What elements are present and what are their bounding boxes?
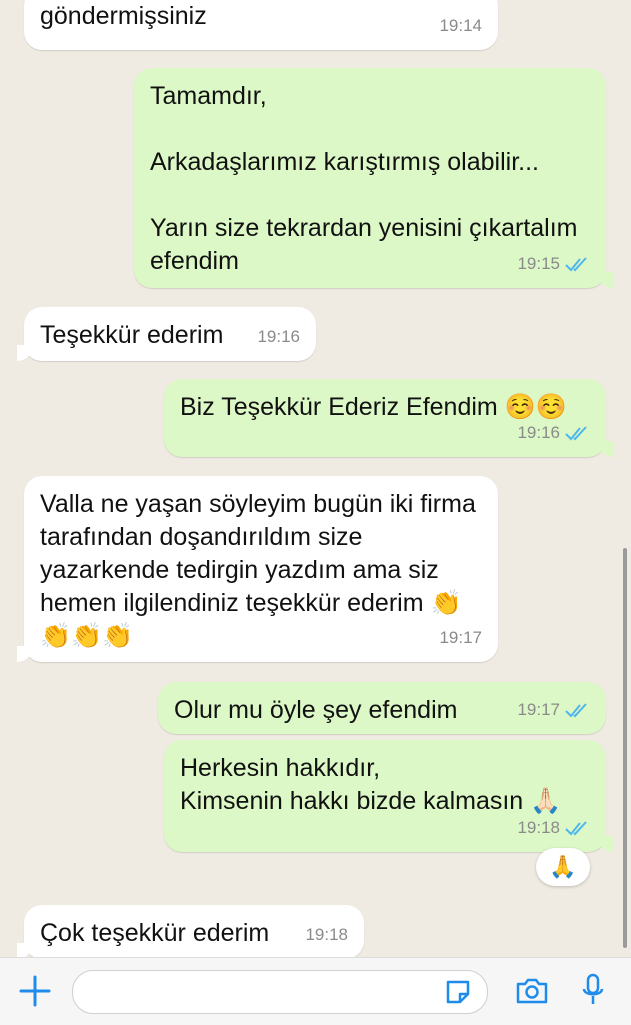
microphone-icon[interactable] xyxy=(581,972,605,1008)
message-bubble-incoming[interactable]: göndermişsiniz 19:14 xyxy=(24,0,498,50)
reaction-emoji: 🙏 xyxy=(549,854,577,879)
read-ticks-icon xyxy=(565,820,587,835)
message-bubble-outgoing[interactable]: Olur mu öyle şey efendim 19:17 xyxy=(158,682,606,734)
message-text: Çok teşekkür ederim xyxy=(40,919,270,947)
message-bubble-outgoing[interactable]: Herkesin hakkıdır, Kimsenin hakkı bizde … xyxy=(164,740,613,852)
camera-icon[interactable] xyxy=(514,976,550,1006)
message-bubble-outgoing[interactable]: Tamamdır, Arkadaşlarımız karıştırmış ola… xyxy=(134,68,613,288)
message-meta: 19:18 xyxy=(305,918,348,951)
sticker-icon[interactable] xyxy=(443,977,473,1007)
message-text: göndermişsiniz xyxy=(40,2,207,30)
composer-bar xyxy=(0,957,631,1025)
read-ticks-icon xyxy=(565,256,587,271)
chat-area[interactable]: göndermişsiniz 19:14 Tamamdır, Arkadaşla… xyxy=(0,0,631,957)
message-bubble-incoming[interactable]: Teşekkür ederim 19:16 xyxy=(17,307,316,361)
message-bubble-incoming[interactable]: Çok teşekkür ederim 19:18 xyxy=(17,905,364,957)
message-meta: 19:17 xyxy=(517,693,590,726)
message-text: Valla ne yaşan söyleyim bugün iki firma … xyxy=(40,490,476,650)
reaction-badge[interactable]: 🙏 xyxy=(536,848,590,886)
message-text: Herkesin hakkıdır, Kimsenin hakkı bizde … xyxy=(180,754,562,815)
message-meta: 19:14 xyxy=(439,9,482,42)
scrollbar[interactable] xyxy=(623,548,627,948)
message-meta: 19:16 xyxy=(257,320,300,353)
message-meta: 19:15 xyxy=(517,247,590,280)
message-bubble-outgoing[interactable]: Biz Teşekkür Ederiz Efendim ☺️☺️ 19:16 xyxy=(164,379,613,457)
message-time: 19:18 xyxy=(517,818,560,837)
message-meta: 19:17 xyxy=(439,621,482,654)
message-time: 19:16 xyxy=(517,423,560,442)
message-time: 19:16 xyxy=(257,327,300,346)
plus-icon[interactable] xyxy=(18,974,52,1008)
message-time: 19:15 xyxy=(517,254,560,273)
message-input[interactable] xyxy=(72,970,488,1014)
message-time: 19:18 xyxy=(305,925,348,944)
message-meta: 19:16 xyxy=(517,416,590,449)
read-ticks-icon xyxy=(565,425,587,440)
message-bubble-incoming[interactable]: Valla ne yaşan söyleyim bugün iki firma … xyxy=(17,476,498,662)
message-time: 19:17 xyxy=(517,700,560,719)
message-time: 19:14 xyxy=(439,16,482,35)
message-meta: 19:18 xyxy=(517,811,590,844)
read-ticks-icon xyxy=(565,702,587,717)
message-time: 19:17 xyxy=(439,628,482,647)
